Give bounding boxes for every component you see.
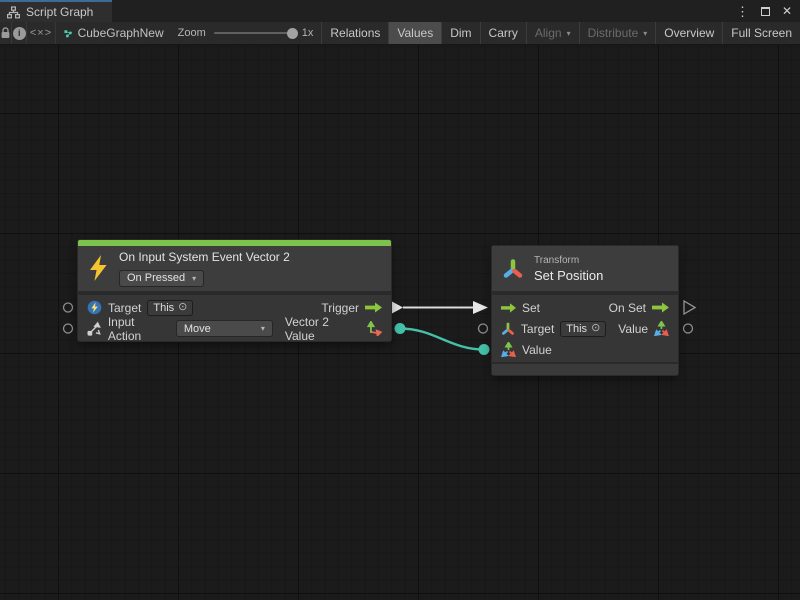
- button-carry[interactable]: Carry: [480, 22, 526, 44]
- port-value-out[interactable]: [684, 324, 693, 333]
- chevron-down-icon: ▾: [643, 29, 647, 38]
- button-distribute[interactable]: Distribute ▾: [579, 22, 656, 44]
- button-label: Overview: [664, 26, 714, 40]
- button-label: Relations: [330, 26, 380, 40]
- port-value-in-connected[interactable]: [479, 344, 490, 355]
- row-input-action: Input Action Move ▾ Vector 2 Value: [78, 318, 391, 339]
- row-value: Value: [492, 339, 678, 360]
- button-relations[interactable]: Relations: [321, 22, 388, 44]
- node-footer: [492, 362, 678, 375]
- zoom-slider[interactable]: [214, 32, 294, 34]
- code-preview-button[interactable]: <×>: [27, 22, 55, 44]
- window-menu-icon[interactable]: ⋮: [736, 5, 749, 18]
- wire-arrowhead: [473, 301, 488, 314]
- graph-breadcrumb[interactable]: CubeGraphNew: [56, 22, 164, 44]
- input-action-dropdown[interactable]: Move ▾: [176, 320, 273, 337]
- target-this-chip[interactable]: This ⊙: [147, 300, 193, 316]
- button-label: Distribute: [588, 26, 639, 40]
- target-label: Target: [108, 301, 141, 315]
- on-set-label: On Set: [609, 301, 646, 315]
- event-type-value: On Pressed: [127, 272, 185, 284]
- target-value: This: [566, 323, 587, 335]
- button-label: Full Screen: [731, 26, 792, 40]
- zoom-slider-handle[interactable]: [287, 28, 298, 39]
- node-category: Transform: [534, 255, 603, 266]
- input-action-icon: [87, 321, 102, 336]
- vector2-value-label: Vector 2 Value: [285, 315, 361, 343]
- port-target2-in[interactable]: [479, 324, 488, 333]
- player-input-icon: [87, 300, 102, 315]
- button-full-screen[interactable]: Full Screen: [722, 22, 800, 44]
- row-target: Target This ⊙ Value: [492, 318, 678, 339]
- flow-arrow-icon: [365, 302, 382, 313]
- vector3-icon: [501, 342, 516, 357]
- lock-icon: [0, 27, 11, 39]
- button-dim[interactable]: Dim: [441, 22, 479, 44]
- input-action-value: Move: [184, 323, 211, 335]
- title-bar: Script Graph ⋮ ✕: [0, 0, 800, 22]
- button-label: Values: [397, 26, 433, 40]
- tab-title: Script Graph: [26, 5, 93, 19]
- button-label: Align: [535, 26, 562, 40]
- port-target-in[interactable]: [64, 303, 73, 312]
- lightning-bolt-icon: [88, 255, 109, 282]
- port-on-set-out[interactable]: [684, 301, 695, 314]
- maximize-icon[interactable]: [761, 7, 770, 16]
- chevron-down-icon: ▾: [261, 324, 265, 333]
- target-value: This: [153, 302, 174, 314]
- input-action-label: Input Action: [108, 315, 170, 343]
- graph-toolbar: i <×> CubeGraphNew Zoom 1x Relations Val…: [0, 22, 800, 45]
- graph-hierarchy-icon: [7, 6, 20, 19]
- flow-arrow-icon: [652, 302, 669, 313]
- node-on-input-system-event[interactable]: On Input System Event Vector 2 On Presse…: [78, 240, 391, 341]
- flow-arrow-icon: [501, 303, 516, 313]
- vector3-icon: [654, 321, 669, 336]
- zoom-level: 1x: [302, 27, 314, 39]
- port-trigger-out[interactable]: [391, 301, 403, 314]
- target-label: Target: [521, 322, 554, 336]
- event-type-dropdown[interactable]: On Pressed ▾: [119, 270, 204, 287]
- button-overview[interactable]: Overview: [655, 22, 722, 44]
- zoom-control: Zoom 1x: [164, 22, 322, 44]
- chevron-down-icon: ▾: [192, 274, 196, 283]
- window-controls: ⋮ ✕: [736, 0, 792, 22]
- graph-canvas[interactable]: On Input System Event Vector 2 On Presse…: [0, 45, 800, 600]
- event-node-header[interactable]: On Input System Event Vector 2 On Presse…: [78, 246, 391, 291]
- trigger-label: Trigger: [321, 301, 359, 315]
- transform-mini-icon: [501, 322, 515, 336]
- chevron-down-icon: ▾: [567, 29, 571, 38]
- close-icon[interactable]: ✕: [782, 5, 792, 17]
- vector2-icon: [367, 321, 382, 336]
- graph-name: CubeGraphNew: [78, 26, 164, 40]
- event-node-title: On Input System Event Vector 2: [119, 250, 290, 264]
- info-icon: i: [13, 27, 26, 40]
- node-set-position[interactable]: Transform Set Position Set On Set: [492, 246, 678, 375]
- set-label: Set: [522, 301, 540, 315]
- set-position-title: Set Position: [534, 268, 603, 283]
- port-input-action-in[interactable]: [64, 324, 73, 333]
- lock-button[interactable]: [0, 22, 12, 44]
- code-icon: <×>: [30, 27, 52, 39]
- info-button[interactable]: i: [12, 22, 27, 44]
- transform-icon: [502, 258, 524, 280]
- zoom-label: Zoom: [178, 27, 206, 39]
- target-this-chip[interactable]: This ⊙: [560, 321, 606, 337]
- value-out-label: Value: [618, 322, 648, 336]
- button-label: Dim: [450, 26, 471, 40]
- button-values[interactable]: Values: [388, 22, 441, 44]
- object-picker-icon: ⊙: [178, 302, 187, 313]
- graph-asset-icon: [64, 27, 72, 40]
- tab-script-graph[interactable]: Script Graph: [0, 0, 112, 22]
- value-in-label: Value: [522, 343, 552, 357]
- button-align[interactable]: Align ▾: [526, 22, 579, 44]
- set-position-header[interactable]: Transform Set Position: [492, 246, 678, 291]
- button-label: Carry: [489, 26, 518, 40]
- object-picker-icon: ⊙: [591, 323, 600, 334]
- row-set: Set On Set: [492, 297, 678, 318]
- wire-vector2-to-value[interactable]: [400, 329, 484, 350]
